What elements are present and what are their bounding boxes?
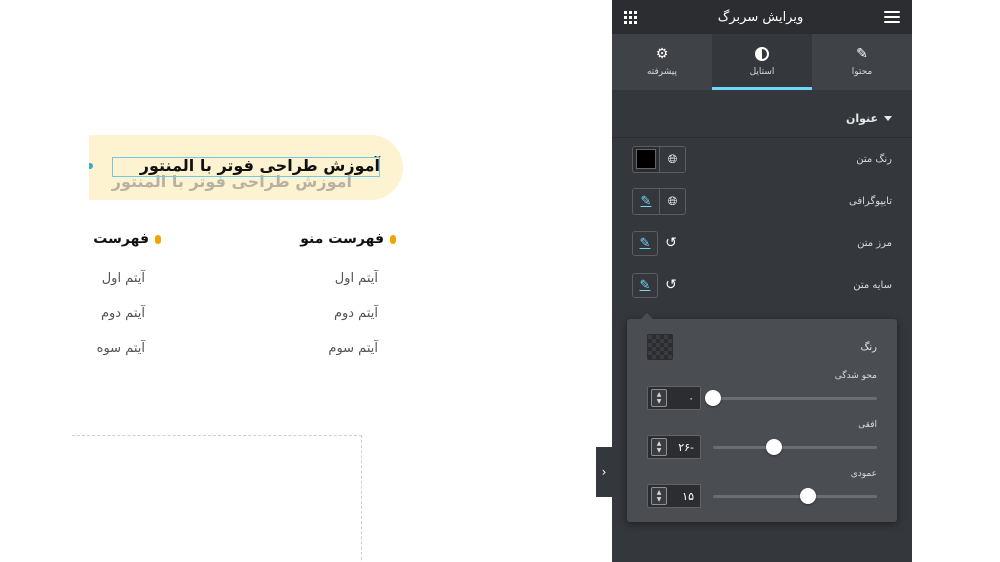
pencil-icon: ✎ xyxy=(639,277,651,293)
control-label: رنگ متن xyxy=(856,153,892,165)
tab-style[interactable]: استایل xyxy=(712,34,812,90)
control-label: تایپوگرافی xyxy=(849,195,892,207)
reset-icon: ↺ xyxy=(665,235,677,251)
reset-text-stroke-button[interactable]: ↺ xyxy=(658,231,684,256)
menu-title-text: فهرست منو xyxy=(300,231,384,247)
text-shadow-popover: رنگ محو شدگی ▲ ▼ ۰ افقی ▲ ▼ -۲۶ عمودی ▲ ▼ ۱… xyxy=(627,313,897,522)
slider-handle[interactable] xyxy=(765,439,782,455)
control-label: مرز متن xyxy=(857,237,892,249)
slider-horizontal: افقی ▲ ▼ -۲۶ xyxy=(627,420,897,470)
half-circle-icon xyxy=(755,47,769,61)
control-text-color: رنگ متن 🌐︎ xyxy=(612,138,912,180)
bullet-icon xyxy=(390,234,396,244)
menu-column-1: فهرست منو آیتم اول آیتم دوم آیتم سوم xyxy=(260,229,396,366)
edit-text-stroke-button[interactable]: ✎ xyxy=(632,230,658,256)
menu-title[interactable]: فهرست منو xyxy=(260,229,396,249)
shadow-color-picker[interactable] xyxy=(647,334,673,360)
horizontal-number-input[interactable]: ▲ ▼ -۲۶ xyxy=(647,435,701,459)
panel-collapse-button[interactable]: › xyxy=(596,447,612,497)
typography-controls: ✎ 🌐︎ xyxy=(632,187,686,215)
menu-item[interactable]: آیتم دوم xyxy=(260,296,378,331)
menu-item[interactable]: آیتم اول xyxy=(260,261,378,296)
control-typography: تایپوگرافی ✎ 🌐︎ xyxy=(612,180,912,222)
slider-handle[interactable] xyxy=(800,488,817,504)
slider-label: افقی xyxy=(858,420,877,430)
tab-label: محتوا xyxy=(851,67,873,77)
menu-title[interactable]: فهرست xyxy=(60,229,161,249)
menu-item[interactable]: آیتم اول xyxy=(60,261,145,296)
pencil-icon: ✎ xyxy=(639,235,651,251)
slider-track[interactable] xyxy=(713,488,877,504)
slider-track[interactable] xyxy=(705,390,877,406)
slider-track[interactable] xyxy=(713,439,877,455)
section-toggle-heading[interactable]: عنوان xyxy=(612,100,912,138)
color-swatch xyxy=(636,149,656,169)
slider-blur: محو شدگی ▲ ▼ ۰ xyxy=(627,371,897,421)
slider-vertical: عمودی ▲ ▼ ۱۵ xyxy=(627,469,897,519)
globe-icon: 🌐︎ xyxy=(667,193,678,208)
number-value: ۱۵ xyxy=(682,489,694,503)
hamburger-menu-icon[interactable] xyxy=(884,11,900,23)
control-text-shadow: سایه متن ✎ ↺ xyxy=(612,264,912,306)
tab-advanced[interactable]: ⚙ پیشرفته xyxy=(612,34,712,90)
slider-label: عمودی xyxy=(850,469,877,479)
text-shadow-controls: ✎ ↺ xyxy=(632,272,684,298)
menu-item[interactable]: آیتم دوم xyxy=(60,296,145,331)
control-label: سایه متن xyxy=(853,279,892,291)
caret-down-icon xyxy=(884,116,892,121)
edit-text-shadow-button[interactable]: ✎ xyxy=(632,272,658,298)
gear-icon: ⚙ xyxy=(655,46,669,62)
tab-label: استایل xyxy=(749,67,775,77)
editor-canvas: آموزش طراحی فوتر با المنتور آموزش طراحی … xyxy=(0,0,612,562)
pencil-icon: ✎ xyxy=(640,193,652,209)
control-text-stroke: مرز متن ✎ ↺ xyxy=(612,222,912,264)
global-colors-button[interactable]: 🌐︎ xyxy=(659,146,685,172)
menu-item[interactable]: آیتم سوم xyxy=(260,331,378,366)
spinner-arrows-icon[interactable]: ▲ ▼ xyxy=(651,487,667,505)
tab-label: پیشرفته xyxy=(646,67,678,77)
text-stroke-controls: ✎ ↺ xyxy=(632,230,684,256)
widgets-grid-icon[interactable] xyxy=(624,10,637,24)
number-value: ۰ xyxy=(688,391,694,405)
slider-label: محو شدگی xyxy=(834,371,877,381)
reset-icon: ↺ xyxy=(665,277,677,293)
vertical-number-input[interactable]: ▲ ▼ ۱۵ xyxy=(647,484,701,508)
heading-selection-outline[interactable] xyxy=(112,157,380,177)
menu-column-2: فهرست آیتم اول آیتم دوم آیتم سوه xyxy=(60,229,161,366)
panel-tabs: ✎ محتوا استایل ⚙ پیشرفته xyxy=(612,34,912,90)
panel-header: ویرایش سربرگ xyxy=(612,0,912,34)
edit-typography-button[interactable]: ✎ xyxy=(633,188,659,214)
text-color-controls: 🌐︎ xyxy=(632,145,686,173)
menu-item[interactable]: آیتم سوه xyxy=(60,331,145,366)
menu-title-text: فهرست xyxy=(93,231,149,247)
reset-text-shadow-button[interactable]: ↺ xyxy=(658,273,684,298)
bullet-icon xyxy=(155,234,161,244)
spinner-arrows-icon[interactable]: ▲ ▼ xyxy=(651,389,667,407)
pencil-icon: ✎ xyxy=(856,46,868,62)
blur-number-input[interactable]: ▲ ▼ ۰ xyxy=(647,386,701,410)
globe-icon: 🌐︎ xyxy=(667,151,678,166)
section-title: عنوان xyxy=(845,112,878,125)
spinner-arrows-icon[interactable]: ▲ ▼ xyxy=(651,438,667,456)
number-value: -۲۶ xyxy=(678,440,694,454)
slider-handle[interactable] xyxy=(705,390,721,406)
tab-content[interactable]: ✎ محتوا xyxy=(812,34,912,90)
panel-title: ویرایش سربرگ xyxy=(717,9,804,25)
shadow-color-label: رنگ xyxy=(860,341,877,353)
chevron-right-icon: › xyxy=(601,465,607,479)
color-picker-button[interactable] xyxy=(633,146,659,172)
shadow-color-row: رنگ xyxy=(627,333,897,361)
empty-section-placeholder[interactable] xyxy=(72,435,362,562)
global-fonts-button[interactable]: 🌐︎ xyxy=(659,188,685,214)
